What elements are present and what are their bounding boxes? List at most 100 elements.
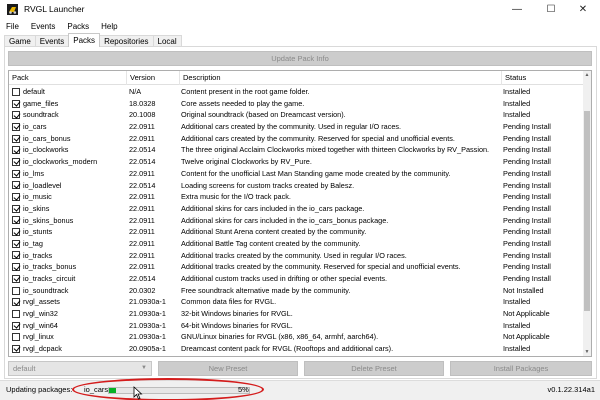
table-row[interactable]: io_loadlevel 22.0514 Loading screens for c… — [9, 180, 585, 192]
table-row[interactable]: io_tracks 22.0911 Additional tracks create… — [9, 250, 585, 262]
menu-packs[interactable]: Packs — [65, 22, 91, 31]
scroll-up-icon[interactable]: ▲ — [583, 71, 591, 79]
scroll-down-icon[interactable]: ▼ — [583, 348, 591, 356]
table-row[interactable]: default N/A Content present in the root ga… — [9, 86, 585, 98]
preset-select[interactable]: default ▼ — [8, 361, 152, 376]
table-row[interactable]: io_tracks_bonus 22.0911 Additional tracks … — [9, 261, 585, 273]
version-cell: 21.0930a-1 — [129, 309, 166, 319]
pack-checkbox[interactable] — [12, 274, 20, 283]
pack-checkbox[interactable] — [12, 228, 20, 237]
table-row[interactable]: rvgl_assets 21.0930a-1 Common data files f… — [9, 296, 585, 308]
description-cell: Additional skins for cars included in th… — [181, 215, 389, 225]
table-row[interactable]: io_clockworks 22.0514 The three original A… — [9, 144, 585, 156]
table-row[interactable]: rvgl_win64 21.0930a-1 64-bit Windows binar… — [9, 320, 585, 332]
table-row[interactable]: io_tracks_circuit 22.0514 Additional custo… — [9, 273, 585, 285]
table-row[interactable]: soundtrack 20.1008 Original soundtrack (ba… — [9, 109, 585, 121]
pack-checkbox[interactable] — [12, 263, 20, 272]
status-cell: Pending Install — [503, 122, 551, 132]
new-preset-button[interactable]: New Preset — [158, 361, 298, 376]
close-icon: ✕ — [578, 4, 588, 15]
delete-preset-button[interactable]: Delete Preset — [304, 361, 444, 376]
pack-cell: io_tracks — [12, 250, 127, 262]
pack-cell: io_soundtrack — [12, 285, 127, 297]
pack-checkbox[interactable] — [12, 309, 20, 318]
pack-checkbox[interactable] — [12, 99, 20, 108]
table-row[interactable]: io_stunts 22.0911 Additional Stunt Arena c… — [9, 226, 585, 238]
status-cell: Installed — [503, 297, 531, 307]
table-row[interactable]: io_skins_bonus 22.0911 Additional skins fo… — [9, 215, 585, 227]
pack-checkbox[interactable] — [12, 251, 20, 260]
pack-checkbox[interactable] — [12, 298, 20, 307]
pack-checkbox[interactable] — [12, 321, 20, 330]
table-row[interactable]: rvgl_linux 21.0930a-1 GNU/Linux binaries f… — [9, 331, 585, 343]
version-cell: 22.0911 — [129, 192, 155, 202]
header-status[interactable]: Status — [502, 71, 585, 85]
pack-checkbox[interactable] — [12, 146, 20, 155]
pack-name: io_tracks — [23, 250, 53, 260]
table-row[interactable]: io_skins 22.0911 Additional skins for cars… — [9, 203, 585, 215]
pack-checkbox[interactable] — [12, 193, 20, 202]
version-cell: 21.0930a-1 — [129, 320, 166, 330]
pack-cell: io_cars_bonus — [12, 133, 127, 145]
table-row[interactable]: io_tag 22.0911 Additional Battle Tag conte… — [9, 238, 585, 250]
pack-cell: io_tag — [12, 238, 127, 250]
status-cell: Pending Install — [503, 133, 551, 143]
install-packages-button[interactable]: Install Packages — [450, 361, 592, 376]
version-cell: 22.0911 — [129, 122, 155, 132]
pack-checkbox[interactable] — [12, 169, 20, 178]
close-button[interactable]: ✕ — [566, 0, 600, 19]
status-cell: Pending Install — [503, 262, 551, 272]
menu-file[interactable]: File — [4, 22, 21, 31]
table-row[interactable]: io_lms 22.0911 Content for the unofficial … — [9, 168, 585, 180]
table-row[interactable]: io_cars_bonus 22.0911 Additional cars crea… — [9, 133, 585, 145]
menu-help[interactable]: Help — [99, 22, 119, 31]
pack-checkbox[interactable] — [12, 134, 20, 143]
description-cell: Additional tracks created by the communi… — [181, 262, 461, 272]
table-row[interactable]: rvgl_dcpack 20.0905a-1 Dreamcast content p… — [9, 343, 585, 355]
table-row[interactable]: io_cars 22.0911 Additional cars created by… — [9, 121, 585, 133]
pack-checkbox[interactable] — [12, 122, 20, 131]
pack-cell: io_stunts — [12, 226, 127, 238]
table-row[interactable]: game_files 18.0328 Core assets needed to p… — [9, 98, 585, 110]
tab-packs[interactable]: Packs — [68, 33, 101, 47]
pack-name: io_loadlevel — [23, 180, 62, 190]
menu-bar: File Events Packs Help — [0, 19, 600, 33]
version-cell: 22.0911 — [129, 215, 155, 225]
pack-checkbox[interactable] — [12, 239, 20, 248]
highlight-annotation — [72, 378, 264, 400]
pack-checkbox[interactable] — [12, 181, 20, 190]
table-row[interactable]: io_soundtrack 20.0302 Free soundtrack alte… — [9, 285, 585, 297]
pack-checkbox[interactable] — [12, 204, 20, 213]
table-row[interactable]: rvgl_win32 21.0930a-1 32-bit Windows binar… — [9, 308, 585, 320]
pack-checkbox[interactable] — [12, 286, 20, 295]
header-description[interactable]: Description — [180, 71, 502, 85]
maximize-button[interactable]: ☐ — [534, 0, 568, 19]
menu-events[interactable]: Events — [29, 22, 57, 31]
minimize-button[interactable]: — — [500, 0, 534, 19]
status-cell: Installed — [503, 98, 531, 108]
pack-checkbox[interactable] — [12, 216, 20, 225]
pack-name: default — [23, 87, 45, 96]
header-version[interactable]: Version — [127, 71, 180, 85]
update-pack-info-button[interactable]: Update Pack Info — [8, 51, 592, 66]
pack-checkbox[interactable] — [12, 157, 20, 166]
pack-checkbox[interactable] — [12, 344, 20, 353]
preset-controls: default ▼ New Preset Delete Preset Insta… — [8, 361, 592, 376]
description-cell: 64-bit Windows binaries for RVGL. — [181, 320, 293, 330]
status-label: Updating packages: — [6, 385, 73, 394]
pack-checkbox[interactable] — [12, 111, 20, 120]
table-row[interactable]: io_clockworks_modern 22.0514 Twelve origin… — [9, 156, 585, 168]
table-row[interactable]: io_music 22.0911 Extra music for the I/O t… — [9, 191, 585, 203]
pack-name: io_cars_bonus — [23, 133, 71, 143]
version-cell: 22.0911 — [129, 227, 155, 237]
mouse-cursor-icon — [133, 386, 143, 400]
pack-checkbox[interactable] — [12, 87, 20, 96]
pack-name: io_music — [23, 192, 52, 202]
pack-cell: io_tracks_bonus — [12, 261, 127, 273]
pack-checkbox[interactable] — [12, 333, 20, 342]
window-title: RVGL Launcher — [24, 4, 85, 14]
vertical-scrollbar[interactable]: ▲ ▼ — [583, 71, 591, 356]
status-cell: Pending Install — [503, 238, 551, 248]
scrollbar-thumb[interactable] — [584, 111, 590, 311]
header-pack[interactable]: Pack — [9, 71, 127, 85]
